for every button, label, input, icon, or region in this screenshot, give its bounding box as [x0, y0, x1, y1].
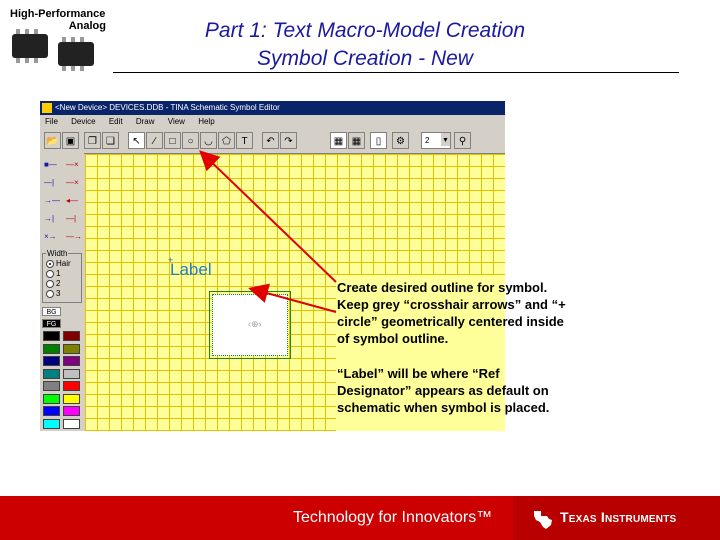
arrow-to-symbol-outline [248, 283, 337, 313]
arrow-to-rectangle-tool [199, 150, 337, 283]
footer-tagline: Technology for Innovators™ [293, 509, 493, 526]
footer-brand: Texas Instruments [560, 509, 677, 525]
texas-state-icon [534, 511, 552, 529]
annotation-arrows [199, 150, 337, 313]
